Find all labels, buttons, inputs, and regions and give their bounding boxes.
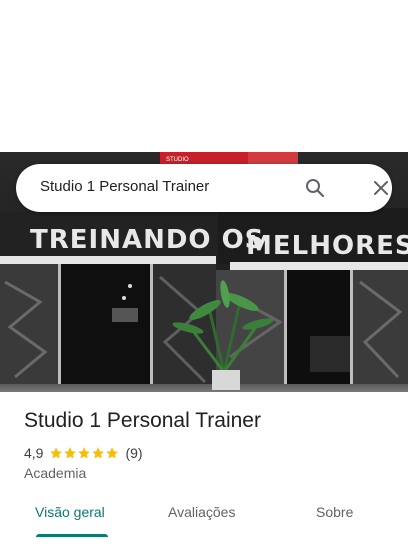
search-input[interactable]: Studio 1 Personal Trainer: [40, 178, 209, 195]
review-count[interactable]: (9): [125, 445, 142, 461]
active-tab-indicator: [36, 534, 108, 537]
place-tabs: Visão geral Avaliações Sobre: [0, 496, 408, 544]
tab-about[interactable]: Sobre: [316, 504, 353, 520]
search-icon[interactable]: [303, 176, 327, 200]
star-icon: [106, 447, 119, 459]
star-icon: [78, 447, 91, 459]
star-icon: [64, 447, 77, 459]
tab-overview[interactable]: Visão geral: [35, 504, 105, 520]
rating-value: 4,9: [24, 445, 44, 461]
close-icon[interactable]: [369, 176, 393, 200]
place-category: Academia: [24, 465, 87, 481]
search-bar[interactable]: Studio 1 Personal Trainer: [16, 164, 392, 212]
sign-small-text: STUDIO: [166, 157, 189, 163]
top-blank-area: [0, 0, 408, 152]
place-title: Studio 1 Personal Trainer: [24, 409, 261, 432]
star-icon: [92, 447, 105, 459]
tab-reviews[interactable]: Avaliações: [168, 504, 235, 520]
rating-row[interactable]: 4,9 (9): [24, 444, 143, 462]
star-rating: [49, 446, 119, 460]
sign-right-text: MELHORES: [246, 231, 408, 261]
sign-left-text: TREINANDO OS: [30, 225, 264, 255]
star-icon: [50, 447, 63, 459]
